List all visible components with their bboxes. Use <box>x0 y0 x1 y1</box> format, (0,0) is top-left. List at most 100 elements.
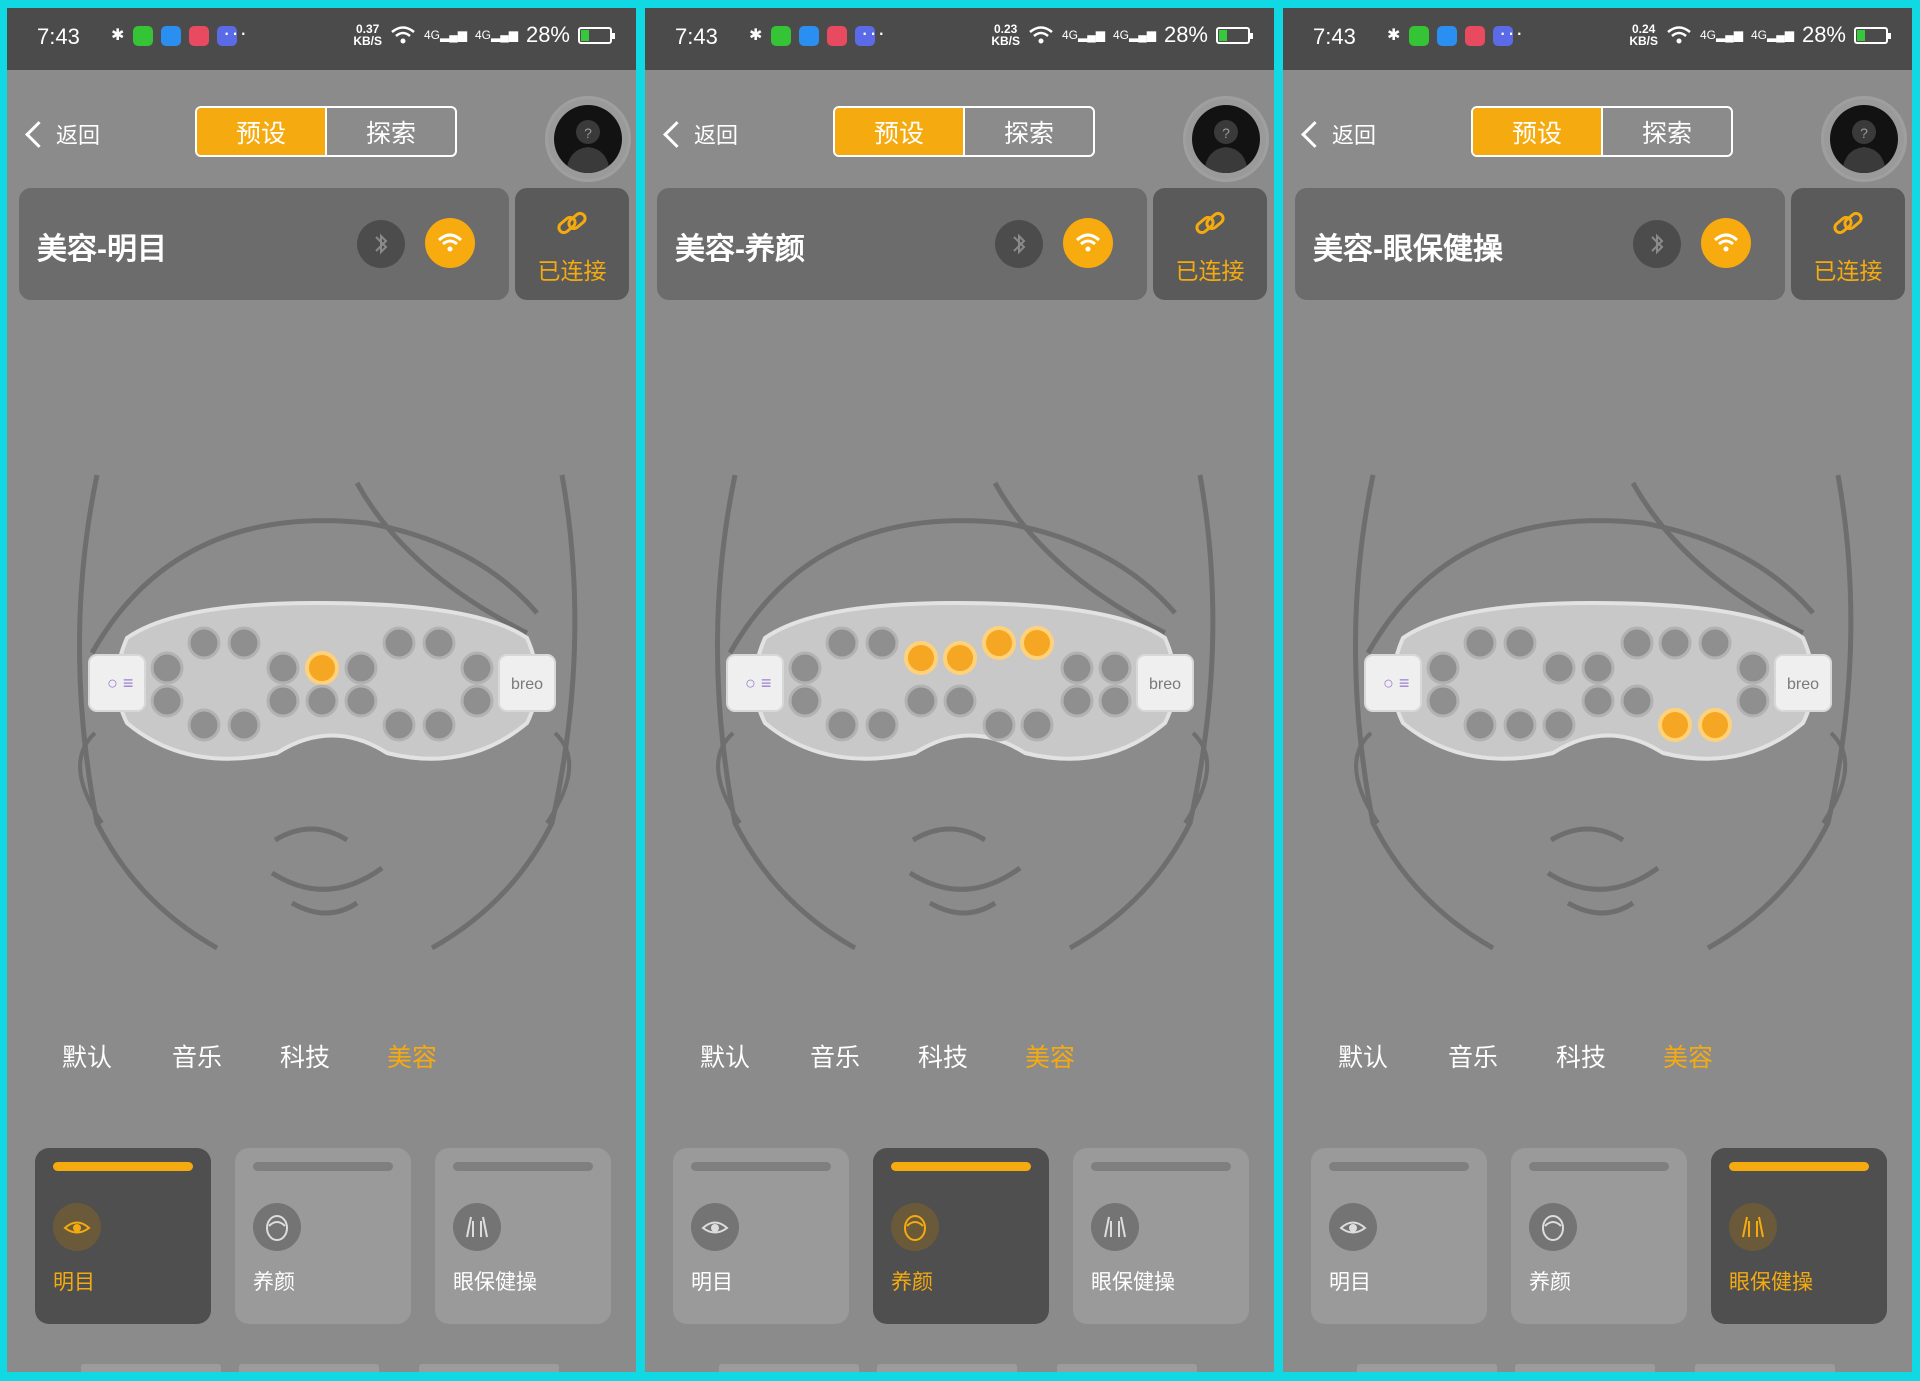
mode-card-face[interactable]: 养颜 <box>235 1148 411 1324</box>
massage-node <box>460 684 494 718</box>
massage-node <box>1463 626 1497 660</box>
mode-card-eye[interactable]: 明目 <box>673 1148 849 1324</box>
avatar[interactable]: ? <box>545 96 631 182</box>
mode-card-label: 眼保健操 <box>1729 1271 1813 1294</box>
bluetooth-button[interactable] <box>357 220 405 268</box>
eye-icon <box>1329 1203 1377 1251</box>
avatar[interactable]: ? <box>1821 96 1907 182</box>
tab-explore[interactable]: 探索 <box>325 108 455 155</box>
wifi-status-icon <box>391 26 415 44</box>
mode-card-face[interactable]: 养颜 <box>873 1148 1049 1324</box>
massager-indicator: ○ ≡ <box>1383 673 1409 693</box>
massage-node <box>1542 651 1576 685</box>
massage-node <box>382 626 416 660</box>
tab-music[interactable]: 音乐 <box>1448 1038 1498 1074</box>
massage-node-active <box>305 651 339 685</box>
hands-icon <box>1091 1203 1139 1251</box>
tab-default[interactable]: 默认 <box>62 1038 112 1074</box>
mode-card-exercise[interactable]: 眼保健操 <box>1711 1148 1887 1324</box>
mode-card-label: 眼保健操 <box>1091 1271 1175 1294</box>
bluetooth-button[interactable] <box>1633 220 1681 268</box>
link-icon <box>1195 211 1225 235</box>
link-icon <box>1833 211 1863 235</box>
massage-node <box>825 708 859 742</box>
wifi-button[interactable] <box>425 218 475 268</box>
connection-status-button[interactable]: 已连接 <box>515 188 629 300</box>
massage-node <box>227 626 261 660</box>
back-button[interactable]: 返回 <box>663 118 738 150</box>
battery-icon <box>1216 26 1253 44</box>
face-icon <box>1529 1203 1577 1251</box>
user-silhouette-icon: ? <box>566 120 610 173</box>
more-notifications-icon: ··· <box>1499 20 1524 45</box>
massage-node <box>1426 651 1460 685</box>
tab-beauty[interactable]: 美容 <box>1025 1038 1075 1074</box>
massage-node <box>1658 626 1692 660</box>
massage-node <box>1060 651 1094 685</box>
back-button[interactable]: 返回 <box>25 118 100 150</box>
massage-node <box>382 708 416 742</box>
tab-explore[interactable]: 探索 <box>963 108 1093 155</box>
tab-music[interactable]: 音乐 <box>172 1038 222 1074</box>
wechat-app-icon <box>771 26 791 46</box>
cloud-app-icon <box>161 26 181 46</box>
tab-default[interactable]: 默认 <box>1338 1038 1388 1074</box>
svg-text:?: ? <box>584 125 592 141</box>
connection-status-button[interactable]: 已连接 <box>1153 188 1267 300</box>
connected-label: 已连接 <box>537 258 607 284</box>
tab-preset[interactable]: 预设 <box>835 108 963 155</box>
mode-card-label: 养颜 <box>253 1271 295 1294</box>
massage-node <box>943 684 977 718</box>
mode-card-face[interactable]: 养颜 <box>1511 1148 1687 1324</box>
camera-app-icon <box>189 26 209 46</box>
mode-card-eye[interactable]: 明目 <box>35 1148 211 1324</box>
bluetooth-button[interactable] <box>995 220 1043 268</box>
avatar[interactable]: ? <box>1183 96 1269 182</box>
massage-node <box>865 626 899 660</box>
massage-node <box>187 626 221 660</box>
tab-beauty[interactable]: 美容 <box>387 1038 437 1074</box>
massage-node <box>1736 651 1770 685</box>
massage-node-active <box>982 626 1016 660</box>
status-time: 7:43 <box>675 24 718 49</box>
tab-tech[interactable]: 科技 <box>1556 1038 1606 1074</box>
back-button[interactable]: 返回 <box>1301 118 1376 150</box>
tab-tech[interactable]: 科技 <box>280 1038 330 1074</box>
svg-text:?: ? <box>1860 125 1868 141</box>
network-speed: 0.23 KB/S <box>991 22 1020 48</box>
mode-card-exercise[interactable]: 眼保健操 <box>1073 1148 1249 1324</box>
wifi-button[interactable] <box>1701 218 1751 268</box>
tab-preset[interactable]: 预设 <box>1473 108 1601 155</box>
massage-node <box>1463 708 1497 742</box>
tab-default[interactable]: 默认 <box>700 1038 750 1074</box>
tab-tech[interactable]: 科技 <box>918 1038 968 1074</box>
massage-node <box>305 684 339 718</box>
massage-node <box>1698 626 1732 660</box>
ears-outline <box>716 731 1210 825</box>
connection-status-button[interactable]: 已连接 <box>1791 188 1905 300</box>
mouth-outline <box>1546 826 1660 916</box>
massage-node <box>1620 626 1654 660</box>
massage-node <box>1426 684 1460 718</box>
ears-outline <box>78 731 572 825</box>
tab-beauty[interactable]: 美容 <box>1663 1038 1713 1074</box>
network-speed: 0.24 KB/S <box>1629 22 1658 48</box>
phone-screen-2: 7:43 ✱ ··· 0.23 KB/S 4G▂▄▆ 4G▂▄▆ 28% 返回 预… <box>645 8 1274 1372</box>
mode-card-exercise[interactable]: 眼保健操 <box>435 1148 611 1324</box>
tab-explore[interactable]: 探索 <box>1601 108 1731 155</box>
user-silhouette-icon: ? <box>1204 120 1248 173</box>
tab-music[interactable]: 音乐 <box>810 1038 860 1074</box>
bluetooth-status-icon: ✱ <box>1387 27 1401 44</box>
massage-node <box>422 626 456 660</box>
mode-card-eye[interactable]: 明目 <box>1311 1148 1487 1324</box>
tab-preset[interactable]: 预设 <box>197 108 325 155</box>
mouth-outline <box>908 826 1022 916</box>
massage-node <box>788 651 822 685</box>
massage-node <box>460 651 494 685</box>
signal-icon-2: 4G▂▄▆ <box>1112 28 1156 42</box>
link-icon <box>557 211 587 235</box>
mode-card-label: 养颜 <box>1529 1271 1571 1294</box>
more-notifications-icon: ··· <box>223 20 248 45</box>
battery-level <box>1219 29 1228 41</box>
wifi-button[interactable] <box>1063 218 1113 268</box>
